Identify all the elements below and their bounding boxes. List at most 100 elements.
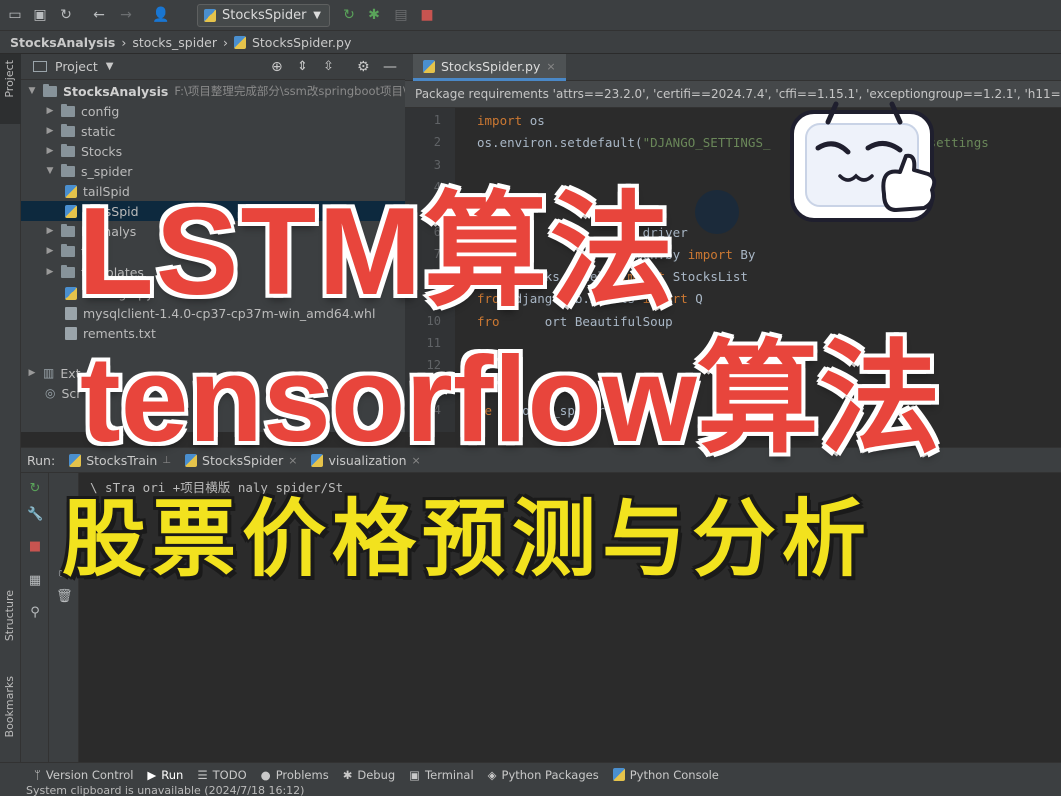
tool-terminal[interactable]: ▣ Terminal [409,768,473,782]
save-icon[interactable]: ▣ [31,6,49,24]
code-line: import os [477,113,545,128]
library-icon: ▥ [43,366,55,380]
tool-problems[interactable]: ● Problems [261,768,329,782]
left-tool-strip: Project Structure Bookmarks [0,54,21,762]
branch-icon: ᛘ [34,767,41,782]
close-icon[interactable]: × [546,60,555,73]
project-panel-title[interactable]: Project [55,59,98,74]
structure-tool-tab[interactable]: Structure [3,590,16,641]
tree-item-label: static [81,123,116,139]
tool-label: Debug [357,767,396,782]
chevron-right-icon: ▶ [46,267,54,277]
rerun-icon[interactable]: ↻ [340,6,358,24]
python-file-icon [423,59,435,73]
layers-icon: ◈ [487,767,497,782]
folder-icon [61,223,75,237]
tool-version-control[interactable]: ᛘ Version Control [34,768,133,782]
tool-label: Terminal [425,767,474,782]
code-token: import [477,113,530,128]
chevron-right-icon: ▶ [28,368,36,378]
stop-icon[interactable]: ■ [27,539,43,555]
code-token: import [687,246,741,262]
run-config-label: StocksSpider [222,8,307,23]
editor-tab-bar: StocksSpider.py × [405,54,1061,81]
layout-icon[interactable]: ▦ [27,573,43,589]
tool-debug[interactable]: ✱ Debug [343,768,395,782]
python-icon [612,768,625,781]
tree-root-path: F:\项目整理完成部分\ssm改springboot项目\ [174,84,405,98]
tool-window-bar: ᛘ Version Control ▶ Run ☰ TODO ● Problems ✱ D… [0,762,1061,786]
expand-all-icon[interactable]: ⇕ [297,59,308,74]
wrench-icon[interactable]: 🔧 [27,507,43,523]
minimize-icon[interactable]: — [383,59,397,75]
tree-root[interactable]: ▼ StocksAnalysis F:\项目整理完成部分\ssm改springb… [27,81,405,101]
breadcrumb-file[interactable]: StocksSpider.py [252,35,351,50]
tree-item-external-libraries[interactable]: ▶ ▥ Ext [27,363,81,383]
python-file-icon [65,204,77,218]
folder-icon [43,83,57,97]
tool-python-packages[interactable]: ◈ Python Packages [488,768,599,782]
tab-label: StocksSpider.py [441,58,541,74]
mascot-sticker [790,101,937,222]
tool-label: Version Control [45,767,134,782]
project-window-icon [33,61,47,72]
bookmarks-tool-tab[interactable]: Bookmarks [3,676,16,737]
chevron-right-icon: ▶ [46,246,54,256]
python-file-icon [233,35,246,49]
pin-icon[interactable]: ⚲ [27,605,43,621]
chevron-right-icon: ▶ [46,146,54,156]
folder-icon [61,264,75,278]
open-folder-icon[interactable]: ▭ [6,6,24,24]
tree-item-scratches[interactable]: ◎ Scr [45,383,81,403]
breadcrumb: StocksAnalysis › stocks_spider › StocksS… [0,31,1061,54]
breadcrumb-project[interactable]: StocksAnalysis [10,35,115,50]
code-token: os [529,113,545,128]
breadcrumb-separator-icon: › [222,34,228,50]
info-icon: ● [260,767,271,782]
chevron-right-icon: ▶ [46,126,54,136]
tool-todo[interactable]: ☰ TODO [197,768,246,782]
chevron-down-icon: ▼ [46,166,54,176]
breadcrumb-folder[interactable]: stocks_spider [132,35,217,50]
forward-arrow-icon[interactable]: → [117,6,135,24]
python-file-icon [204,9,216,22]
gear-icon[interactable]: ⚙ [357,59,370,75]
tool-label: TODO [212,767,247,782]
tool-run[interactable]: ▶ Run [147,768,183,782]
project-tool-tab[interactable]: Project [3,60,16,98]
tab-stocks-spider[interactable]: StocksSpider.py × [413,54,566,81]
folder-icon [61,243,75,257]
tree-item-config[interactable]: ▶ config [45,101,119,121]
terminal-icon: ▣ [409,767,421,782]
folder-icon [61,163,75,177]
target-icon[interactable]: ⊕ [271,59,283,75]
tool-python-console[interactable]: Python Console [612,768,719,782]
tool-label: Problems [275,767,329,782]
user-icon[interactable]: 👤 [152,6,170,24]
tree-item-label: Scr [61,385,82,401]
rerun-icon[interactable]: ↻ [27,481,43,497]
sync-icon[interactable]: ↻ [57,6,75,24]
code-token: "DJANGO_SETTINGS_ [642,135,771,151]
back-arrow-icon[interactable]: ← [90,6,108,24]
debug-bug-icon[interactable]: ✱ [365,6,383,24]
chevron-down-icon: ▼ [28,86,36,96]
tree-item-label: config [81,103,120,119]
chevron-right-icon: ▶ [46,106,54,116]
tree-root-label: StocksAnalysis [63,83,169,99]
chevron-down-icon[interactable]: ▼ [106,61,114,72]
text-file-icon [65,326,77,340]
tool-label: Run [161,767,184,782]
scratches-icon: ◎ [45,386,56,400]
python-file-icon [65,184,77,198]
coverage-icon[interactable]: ▤ [392,6,410,24]
stop-icon[interactable]: ■ [418,6,436,24]
collapse-all-icon[interactable]: ⇳ [323,59,334,74]
code-token: StocksList [672,269,748,285]
overlay-subtitle: 股票价格预测与分析 [60,490,873,588]
run-configuration-select[interactable]: StocksSpider ▼ [197,4,330,27]
folder-icon [61,123,75,137]
python-file-icon [65,286,77,300]
main-toolbar: ▭ ▣ ↻ ← → 👤 StocksSpider ▼ ↻ ✱ ▤ ■ [0,0,1061,31]
tree-item-static[interactable]: ▶ static [45,121,115,141]
